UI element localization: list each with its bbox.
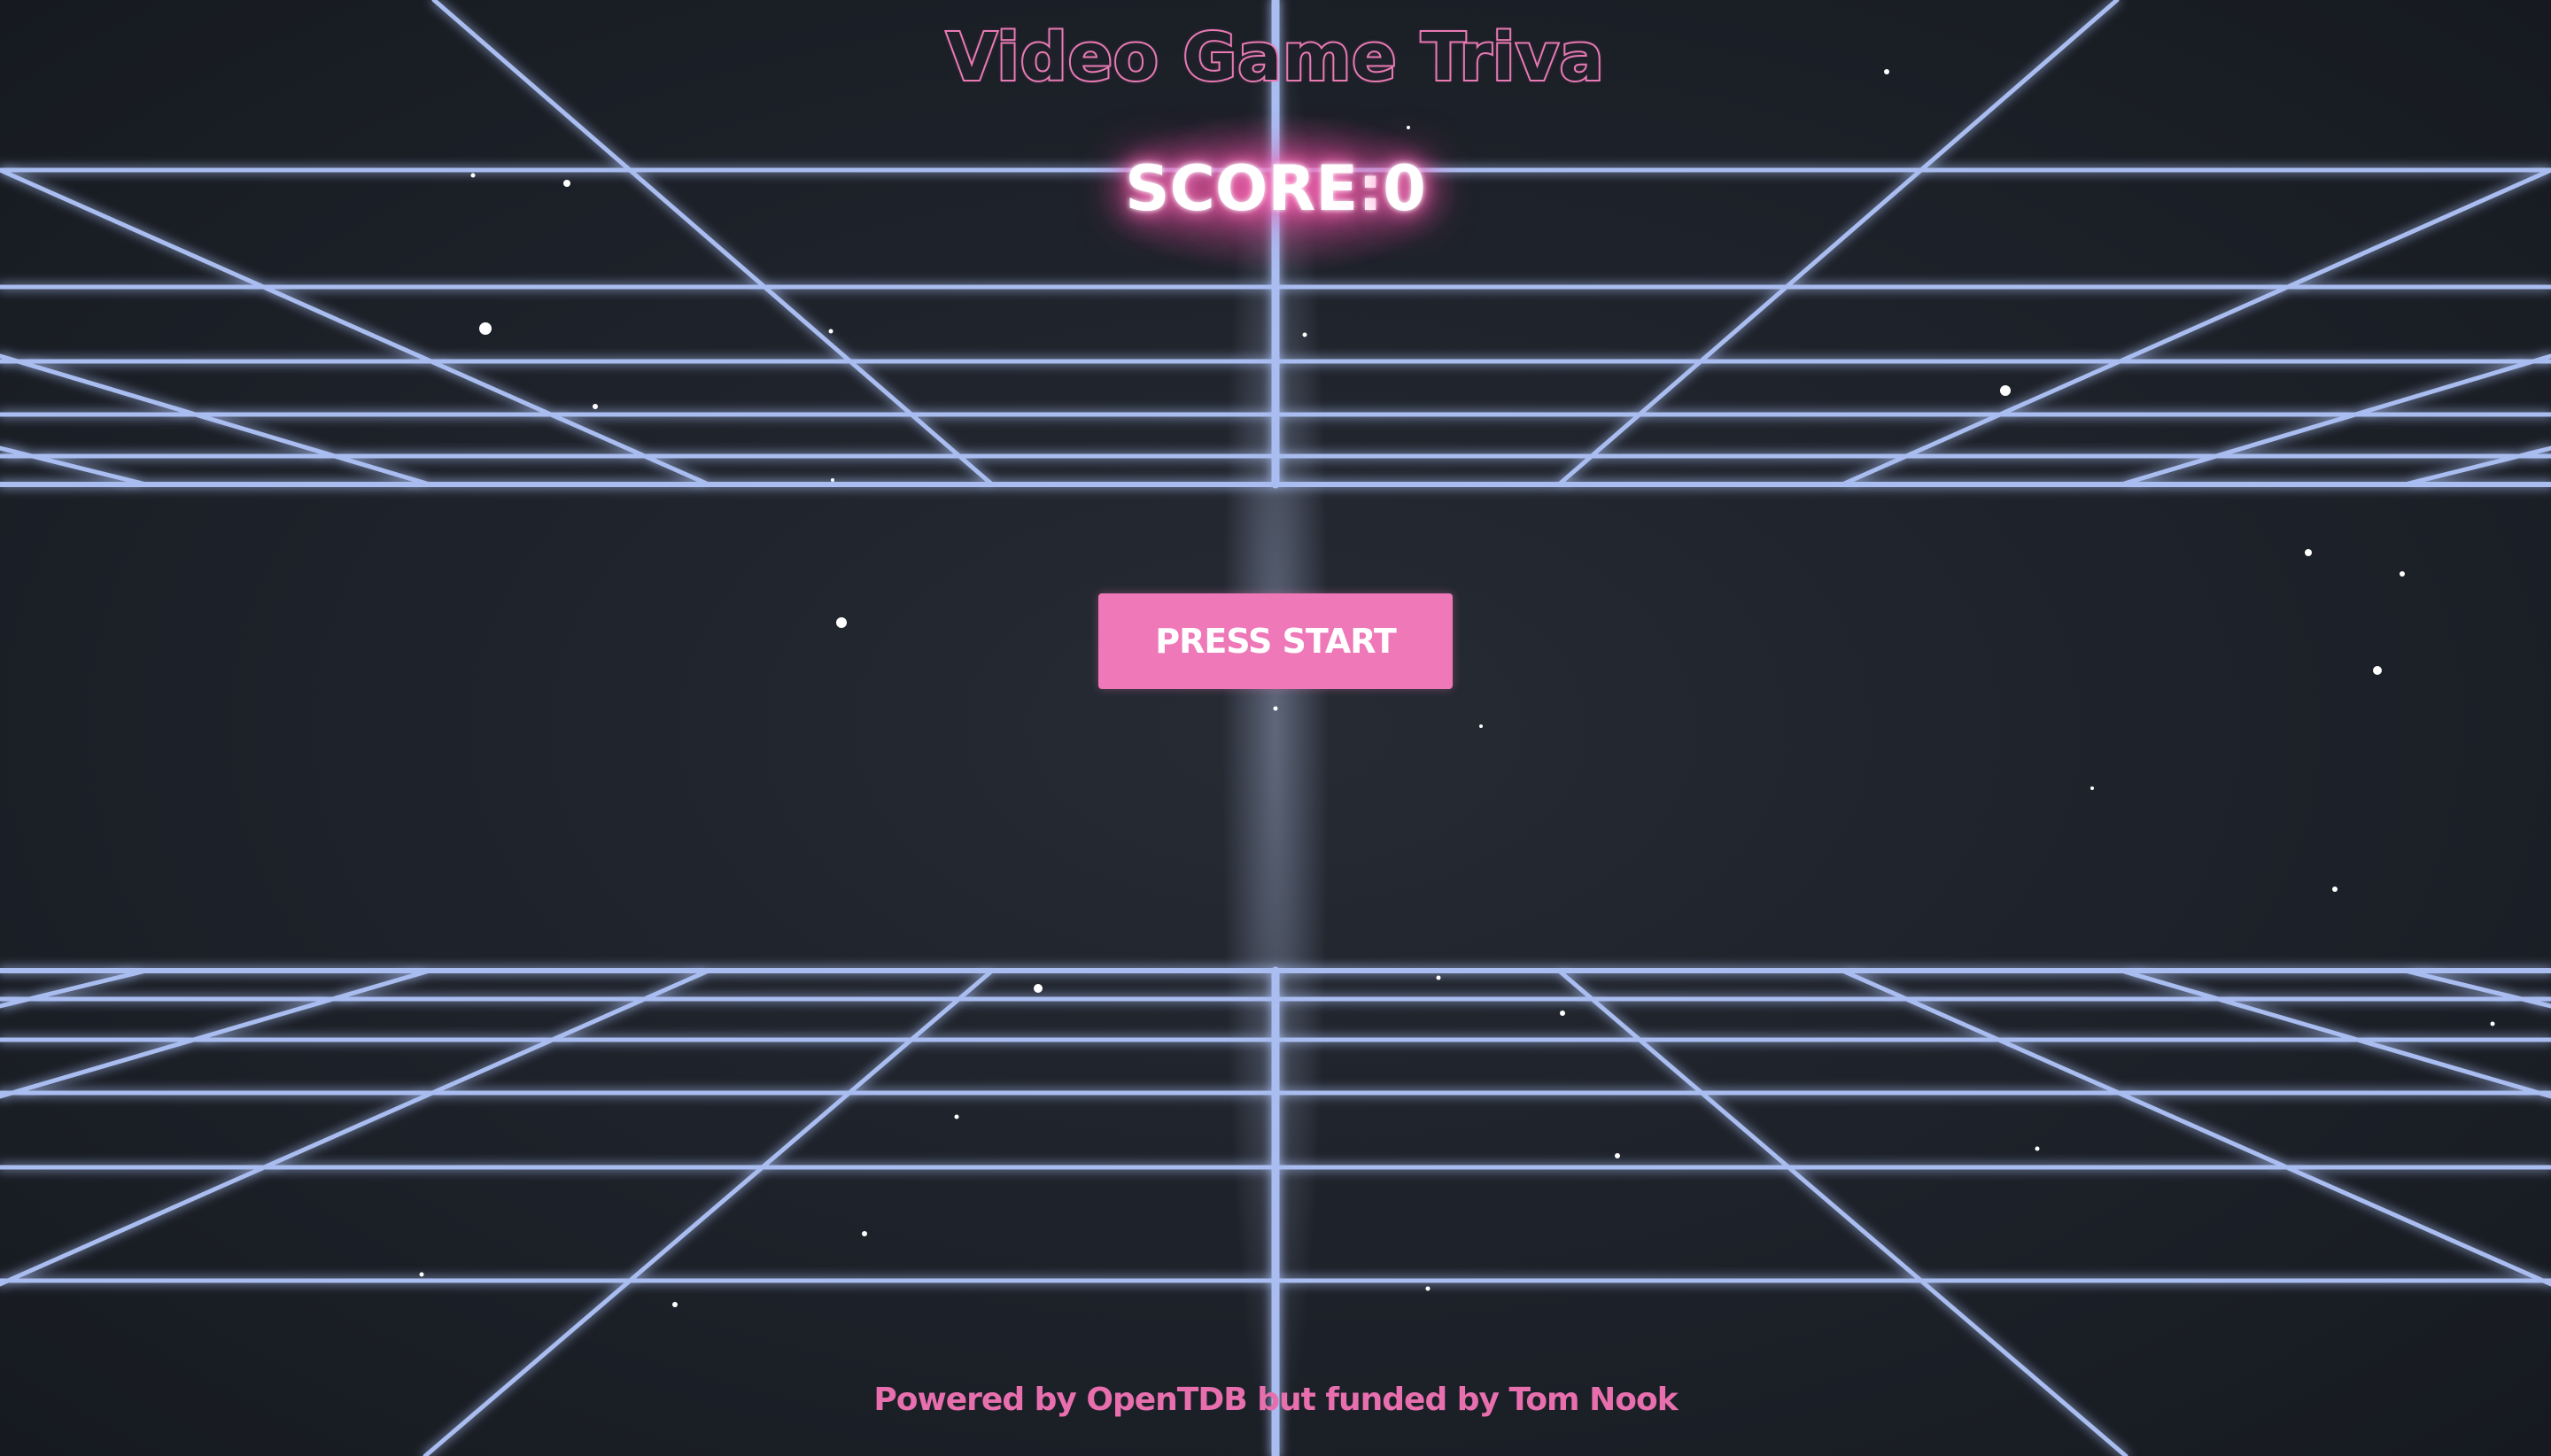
score-value: 0	[1383, 152, 1426, 225]
score-display: SCORE:0	[0, 152, 2551, 225]
game-screen: Video Game Triva SCORE:0 PRESS START Pow…	[0, 0, 2551, 1456]
score-label: SCORE:	[1125, 152, 1384, 225]
page-title: Video Game Triva	[944, 18, 1605, 97]
press-start-button[interactable]: PRESS START	[1098, 593, 1453, 689]
footer-credits: Powered by OpenTDB but funded by Tom Noo…	[873, 1382, 1678, 1418]
